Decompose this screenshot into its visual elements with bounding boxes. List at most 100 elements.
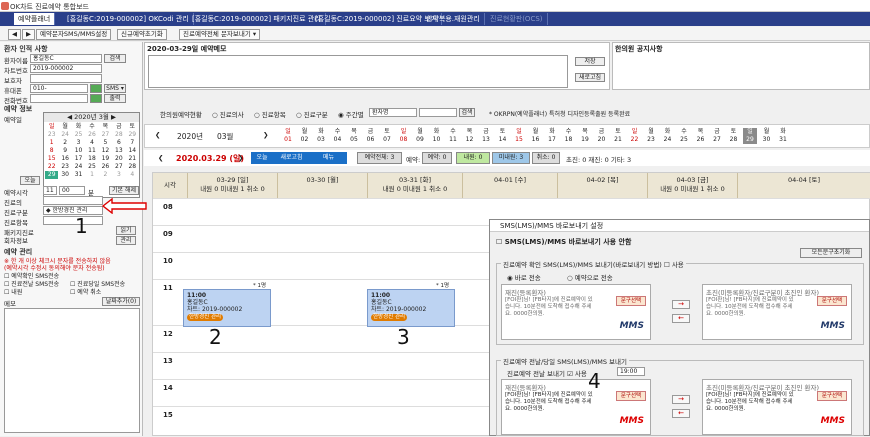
copy-right-button[interactable]: → bbox=[672, 300, 690, 309]
first-message-box[interactable]: 초진(미등록환자/진료구분이 초진인 환자) [FOI환]님! [FB타지]에 … bbox=[702, 284, 852, 340]
date-strip-day[interactable]: 토 07 bbox=[380, 128, 394, 144]
read-button[interactable]: 읽기 bbox=[116, 226, 136, 235]
send-all-sms-button[interactable]: 진료예약전체 문자보내기 ▾ bbox=[179, 29, 261, 40]
calendar-next-icon[interactable]: ▶ bbox=[111, 113, 116, 121]
mobile-input[interactable]: 010- bbox=[30, 84, 88, 93]
calendar-day[interactable]: 30 bbox=[58, 171, 71, 179]
date-strip-day[interactable]: 일 01 bbox=[281, 128, 295, 144]
calendar-day[interactable]: 23 bbox=[58, 163, 71, 171]
chart-no-input[interactable]: 2019-000002 bbox=[30, 64, 102, 73]
date-strip-day[interactable]: 토 28 bbox=[727, 128, 741, 144]
appointment-card[interactable]: 11:00 홍길동C 차트: 2019-000002 한방경진 관리 bbox=[183, 289, 271, 327]
date-strip-day[interactable]: 수 25 bbox=[677, 128, 691, 144]
tab-package[interactable]: [홍길동C:2019-000002] 패키지진료 관리 bbox=[188, 13, 326, 25]
tab-ocs[interactable]: 진료현황판(OCS) bbox=[486, 13, 548, 25]
calendar-day[interactable]: 22 bbox=[45, 163, 58, 171]
calendar-day[interactable]: 8 bbox=[45, 147, 58, 155]
patient-filter-select[interactable]: 환자명 bbox=[369, 108, 417, 117]
date-strip-day[interactable]: 목 26 bbox=[694, 128, 708, 144]
date-nav-prev-icon[interactable]: ❮ bbox=[158, 154, 163, 162]
memo-save-button[interactable]: 저장 bbox=[575, 57, 605, 66]
prev-button[interactable]: ◀ bbox=[8, 29, 21, 40]
calendar-day[interactable]: 2 bbox=[99, 171, 112, 179]
radio-item[interactable]: ○ 진료항목 bbox=[254, 109, 286, 119]
calendar-day[interactable]: 21 bbox=[126, 155, 139, 163]
minute-select[interactable]: 00 bbox=[59, 186, 85, 195]
date-strip-day[interactable]: 목 19 bbox=[578, 128, 592, 144]
date-strip-day[interactable]: 금 20 bbox=[595, 128, 609, 144]
date-strip-day[interactable]: 목 05 bbox=[347, 128, 361, 144]
date-strip-day[interactable]: 화 03 bbox=[314, 128, 328, 144]
calendar-day[interactable]: 3 bbox=[72, 139, 85, 147]
prev-first-select-button[interactable]: 문구선택 bbox=[817, 391, 847, 401]
calendar-day[interactable]: 24 bbox=[72, 163, 85, 171]
calendar-day[interactable]: 18 bbox=[85, 155, 98, 163]
date-strip-day[interactable]: 월 16 bbox=[529, 128, 543, 144]
new-reservation-button[interactable]: 신규예약초기화 bbox=[117, 29, 167, 40]
stat-visit[interactable]: 내원: 0 bbox=[456, 152, 490, 164]
prev-first-message-box[interactable]: 초진(미등록환자/진료구분이 초진인 환자) [FOI환]님! [FB타지]에 … bbox=[702, 379, 852, 435]
guardian-input[interactable] bbox=[30, 74, 102, 83]
date-strip-day[interactable]: 토 21 bbox=[611, 128, 625, 144]
phone-input[interactable] bbox=[30, 94, 88, 103]
calendar-day[interactable]: 27 bbox=[112, 163, 125, 171]
print-button[interactable]: 출력 bbox=[104, 94, 126, 103]
filter-search-button[interactable]: 검색 bbox=[459, 108, 475, 117]
radio-send-reserved[interactable]: ○ 예약으로 전송 bbox=[567, 272, 613, 282]
calendar-day[interactable]: 23 bbox=[45, 131, 58, 139]
copy-left-button[interactable]: ← bbox=[672, 314, 690, 323]
date-strip-day[interactable]: 월 09 bbox=[413, 128, 427, 144]
date-strip-day[interactable]: 일 22 bbox=[628, 128, 642, 144]
date-strip-day-selected[interactable]: 일 29 bbox=[743, 128, 757, 144]
calendar-day[interactable]: 12 bbox=[99, 147, 112, 155]
calendar-day[interactable]: 2 bbox=[58, 139, 71, 147]
calendar-day[interactable]: 25 bbox=[85, 163, 98, 171]
copy-right-button-2[interactable]: → bbox=[672, 395, 690, 404]
date-strip-day[interactable]: 월 30 bbox=[760, 128, 774, 144]
calendar-day[interactable]: 6 bbox=[112, 139, 125, 147]
chk-cancel[interactable]: ☐ 예약 취소 bbox=[70, 287, 101, 296]
calendar-day[interactable]: 27 bbox=[99, 131, 112, 139]
appointment-card[interactable]: 11:00 홍길동C 차트: 2019-000002 한방경진 관리 bbox=[367, 289, 455, 327]
tab-okcodi[interactable]: [홍길동C:2019-000002] OKCodi 관리 bbox=[63, 13, 194, 25]
radio-type[interactable]: ○ 진료구분 bbox=[296, 109, 328, 119]
copy-left-button-2[interactable]: ← bbox=[672, 409, 690, 418]
date-strip-day[interactable]: 화 10 bbox=[430, 128, 444, 144]
calendar-day[interactable]: 28 bbox=[112, 131, 125, 139]
date-nav-next-icon[interactable]: ❯ bbox=[238, 154, 243, 162]
calendar-day[interactable]: 19 bbox=[99, 155, 112, 163]
calendar-day[interactable]: 24 bbox=[58, 131, 71, 139]
calendar-day[interactable]: 26 bbox=[85, 131, 98, 139]
menu-button[interactable]: 메뉴 bbox=[310, 152, 347, 164]
date-strip-day[interactable]: 월 02 bbox=[298, 128, 312, 144]
stat-total[interactable]: 예약전체: 3 bbox=[357, 152, 402, 164]
prev-revisit-message-box[interactable]: 재진(등록환자) [FOI환]님! [FB타지]에 진료예약이 있습니다. 10… bbox=[501, 379, 651, 435]
stat-reserve[interactable]: 예약: 0 bbox=[422, 152, 452, 164]
date-strip-day[interactable]: 화 24 bbox=[661, 128, 675, 144]
date-add-button[interactable]: 날짜추가(0) bbox=[102, 297, 140, 306]
patient-search-button[interactable]: 검색 bbox=[104, 54, 126, 63]
date-strip-day[interactable]: 수 04 bbox=[331, 128, 345, 144]
calendar-day[interactable]: 10 bbox=[72, 147, 85, 155]
date-strip-day[interactable]: 목 12 bbox=[463, 128, 477, 144]
calendar-day[interactable]: 5 bbox=[99, 139, 112, 147]
calendar-day[interactable]: 13 bbox=[112, 147, 125, 155]
reset-all-button[interactable]: 모든문구초기화 bbox=[800, 248, 862, 258]
stat-cancel[interactable]: 취소: 0 bbox=[532, 152, 560, 164]
send-time-input[interactable]: 19:00 bbox=[617, 367, 645, 376]
calendar-day[interactable]: 9 bbox=[58, 147, 71, 155]
doctor-select[interactable] bbox=[43, 196, 103, 205]
revisit-message-box[interactable]: 재진(등록환자) [FOI환]님! [FB타지]에 진료예약이 있습니다. 10… bbox=[501, 284, 651, 340]
date-strip-day[interactable]: 일 15 bbox=[512, 128, 526, 144]
date-strip-day[interactable]: 토 14 bbox=[496, 128, 510, 144]
memo-input[interactable] bbox=[148, 55, 568, 88]
date-strip-day[interactable]: 월 23 bbox=[644, 128, 658, 144]
date-strip-day[interactable]: 일 08 bbox=[397, 128, 411, 144]
next-button[interactable]: ▶ bbox=[22, 29, 35, 40]
prev-day-use-label[interactable]: 사용 bbox=[575, 370, 587, 378]
tab-herbal[interactable]: 한약복용.재원관리 bbox=[422, 13, 485, 25]
first-select-button[interactable]: 문구선택 bbox=[817, 296, 847, 306]
patient-filter-input[interactable] bbox=[419, 108, 457, 117]
phone2-icon[interactable] bbox=[90, 94, 102, 103]
date-strip-day[interactable]: 금 27 bbox=[710, 128, 724, 144]
